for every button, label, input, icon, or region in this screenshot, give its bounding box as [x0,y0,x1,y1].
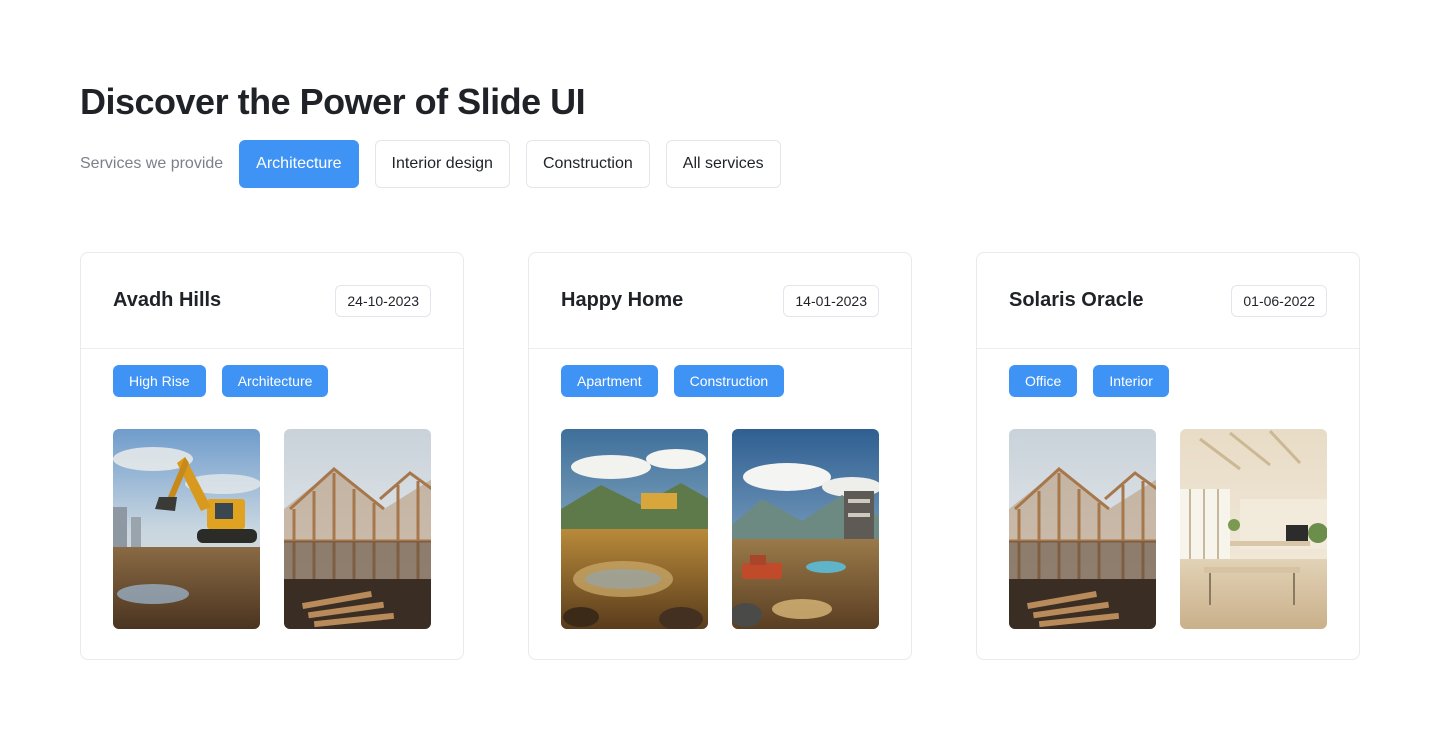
tag-chip[interactable]: Office [1009,365,1078,397]
tag-chip[interactable]: Apartment [561,365,658,397]
filter-construction-button[interactable]: Construction [525,140,650,188]
filter-label: Services we provide [80,155,224,172]
page-title: Discover the Power of Slide UI [80,81,586,122]
card-header: Avadh Hills 24-10-2023 [81,253,463,349]
card-header: Happy Home 14-01-2023 [529,253,911,349]
office-interior-photo[interactable] [1180,429,1327,629]
page: Discover the Power of Slide UI Services … [0,0,1440,740]
tag-chip[interactable]: Interior [1093,365,1169,397]
image-gallery [977,397,1359,629]
project-title: Happy Home [561,289,684,311]
tag-chip[interactable]: Construction [673,365,785,397]
construction-site-photo[interactable] [732,429,879,629]
project-card[interactable]: Happy Home 14-01-2023 Apartment Construc… [528,252,912,660]
tag-chip[interactable]: High Rise [113,365,206,397]
project-title: Solaris Oracle [1009,289,1144,311]
image-gallery [81,397,463,629]
filter-architecture-button[interactable]: Architecture [239,140,359,188]
image-gallery [529,397,911,629]
filter-all-services-button[interactable]: All services [665,140,781,188]
date-badge: 14-01-2023 [783,284,879,317]
service-filter-bar: Services we provide Architecture Interio… [80,140,797,188]
tag-list: Office Interior [977,349,1359,397]
project-card[interactable]: Avadh Hills 24-10-2023 High Rise Archite… [80,252,464,660]
project-title: Avadh Hills [113,289,222,311]
quarry-landscape-photo[interactable] [561,429,708,629]
tag-list: High Rise Architecture [81,349,463,397]
date-badge: 01-06-2022 [1231,284,1327,317]
date-badge: 24-10-2023 [335,284,431,317]
filter-interior-design-button[interactable]: Interior design [374,140,510,188]
timber-frame-photo[interactable] [284,429,431,629]
excavator-photo[interactable] [113,429,260,629]
card-header: Solaris Oracle 01-06-2022 [977,253,1359,349]
timber-frame-photo[interactable] [1009,429,1156,629]
tag-chip[interactable]: Architecture [221,365,329,397]
tag-list: Apartment Construction [529,349,911,397]
project-card[interactable]: Solaris Oracle 01-06-2022 Office Interio… [976,252,1360,660]
